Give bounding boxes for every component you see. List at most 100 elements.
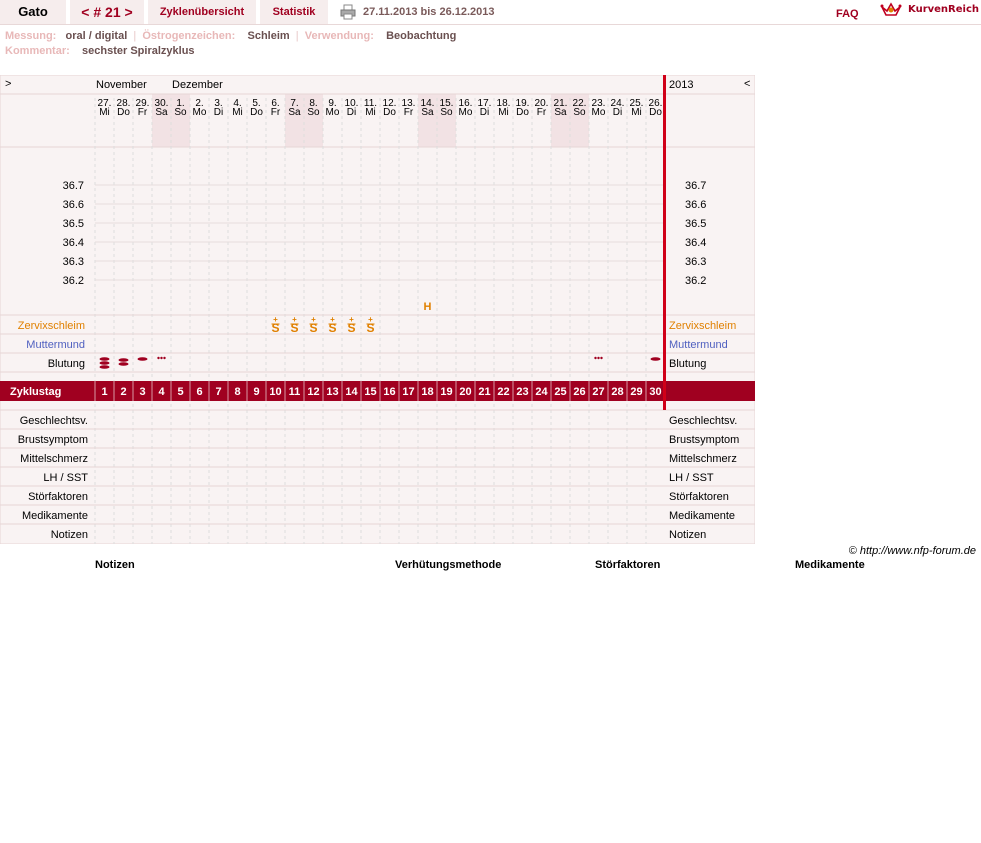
weekday-label: Mi: [498, 107, 509, 118]
weekday-label: Di: [613, 107, 622, 118]
bleeding-medium-mark: [118, 362, 129, 366]
bleeding-heavy-mark: [99, 361, 110, 365]
month-label: Dezember: [172, 79, 223, 91]
bleeding-spotting-mark: [594, 356, 597, 360]
weekday-label: Fr: [138, 107, 148, 118]
statistics-link[interactable]: Statistik: [260, 0, 328, 24]
row-label-right-medication: Medikamente: [669, 510, 735, 522]
mucus-entry: S: [309, 321, 317, 335]
row-label-notes: Notizen: [51, 529, 88, 541]
cycle-end-marker: [663, 75, 666, 410]
weekday-label: Do: [250, 107, 263, 118]
row-label-right-midpain: Mittelschmerz: [669, 453, 737, 465]
temp-tick-left: 36.5: [63, 218, 84, 230]
cycle-day-number: 7: [215, 386, 221, 398]
cycle-day-number: 17: [402, 386, 414, 398]
next-cycle-button[interactable]: <: [744, 78, 750, 90]
weekday-label: Mo: [193, 107, 207, 118]
weekday-label: Mi: [232, 107, 243, 118]
temp-tick-right: 36.2: [685, 275, 706, 287]
weekday-label: Mo: [459, 107, 473, 118]
weekday-label: Mo: [592, 107, 606, 118]
bleeding-spotting-mark: [163, 356, 166, 360]
legend-notes-title: Notizen: [95, 559, 135, 571]
weekday-label: Do: [117, 107, 130, 118]
peak-day-marker: H: [424, 301, 432, 313]
cycle-day-number: 19: [440, 386, 452, 398]
row-label-right-notes: Notizen: [669, 529, 706, 541]
temp-tick-left: 36.6: [63, 199, 84, 211]
printer-icon[interactable]: [340, 4, 356, 20]
mucus-entry: S: [328, 321, 336, 335]
weekday-label: Mi: [365, 107, 376, 118]
mucus-entry: S: [366, 321, 374, 335]
bleeding-light-mark: [650, 357, 661, 361]
bleeding-medium-mark: [118, 358, 129, 362]
cycle-overview-link[interactable]: Zyklenübersicht: [148, 0, 256, 24]
mucus-entry: S: [271, 321, 279, 335]
weekday-label: Di: [214, 107, 223, 118]
bleeding-light-mark: [137, 357, 148, 361]
usage-label: Verwendung:: [304, 30, 374, 42]
weekday-label: Sa: [288, 107, 301, 118]
weekday-label: Sa: [554, 107, 567, 118]
estrogen-value: Schleim: [247, 30, 290, 42]
cycle-day-number: 10: [269, 386, 281, 398]
weekday-label: Do: [383, 107, 396, 118]
weekday-label: So: [440, 107, 453, 118]
top-bar: Gato < # 21 > Zyklenübersicht Statistik …: [0, 0, 981, 25]
row-label-right-bleeding: Blutung: [669, 358, 706, 370]
weekday-label: Mi: [631, 107, 642, 118]
bleeding-heavy-mark: [99, 357, 110, 361]
faq-link[interactable]: FAQ: [836, 8, 859, 20]
legend-disturbance-title: Störfaktoren: [595, 559, 661, 571]
weekday-label: Mi: [99, 107, 110, 118]
row-label-sex: Geschlechtsv.: [20, 415, 88, 427]
row-label-lh: LH / SST: [43, 472, 88, 484]
month-label: November: [96, 79, 147, 91]
row-label-cervix: Muttermund: [26, 339, 85, 351]
row-label-right-disturbance: Störfaktoren: [669, 491, 729, 503]
cycle-navigator[interactable]: < # 21 >: [70, 0, 144, 24]
cycle-day-number: 1: [101, 386, 107, 398]
cycle-day-number: 20: [459, 386, 471, 398]
cycle-day-number: 12: [307, 386, 319, 398]
cycle-chart: > <2013November Dezember27.Mi28.Do29.Fr30.…: [0, 75, 755, 544]
temp-tick-left: 36.2: [63, 275, 84, 287]
date-range: 27.11.2013 bis 26.12.2013: [363, 6, 495, 18]
measurement-label: Messung:: [5, 30, 57, 42]
user-name: Gato: [0, 0, 66, 24]
separator: |: [292, 30, 302, 42]
temp-tick-left: 36.3: [63, 256, 84, 268]
row-label-right-sex: Geschlechtsv.: [669, 415, 737, 427]
cycle-day-number: 18: [421, 386, 433, 398]
weekday-label: So: [174, 107, 187, 118]
cycle-day-number: 13: [326, 386, 338, 398]
weekday-label: So: [573, 107, 586, 118]
weekday-label: Do: [649, 107, 662, 118]
comment-label: Kommentar:: [5, 45, 70, 57]
comment-info: Kommentar: sechster Spiralzyklus: [5, 45, 195, 57]
weekday-label: Di: [480, 107, 489, 118]
cycle-day-number: 4: [158, 386, 165, 398]
cycle-day-number: 27: [592, 386, 604, 398]
cycle-day-number: 24: [535, 386, 548, 398]
cycle-day-number: 3: [139, 386, 145, 398]
cycle-day-number: 22: [497, 386, 509, 398]
cycle-day-number: 8: [234, 386, 240, 398]
separator: |: [130, 30, 140, 42]
cycle-day-number: 9: [253, 386, 259, 398]
crown-logo-icon[interactable]: [880, 1, 902, 19]
temp-tick-right: 36.7: [685, 180, 706, 192]
weekday-label: Fr: [404, 107, 414, 118]
prev-cycle-button[interactable]: >: [5, 78, 11, 90]
temp-tick-right: 36.3: [685, 256, 706, 268]
usage-value: Beobachtung: [386, 30, 457, 42]
weekday-label: Fr: [271, 107, 281, 118]
weekday-label: Di: [347, 107, 356, 118]
row-label-bleeding: Blutung: [48, 358, 85, 370]
logo-text[interactable]: KurvenReich: [908, 4, 979, 15]
row-label-right-mucus: Zervixschleim: [669, 320, 736, 332]
cycle-day-number: 6: [196, 386, 202, 398]
temp-tick-right: 36.4: [685, 237, 706, 249]
